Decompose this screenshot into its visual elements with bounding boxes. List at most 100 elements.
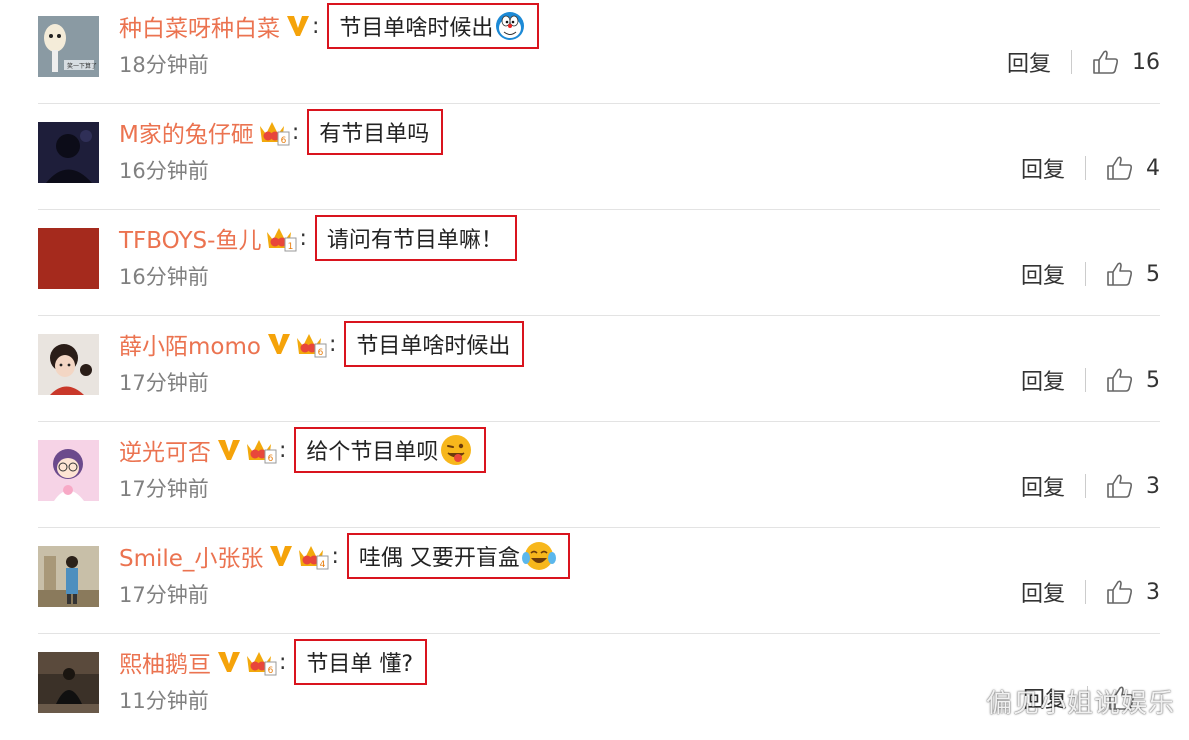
comment-text-box: 请问有节目单嘛！: [314, 215, 517, 261]
thumbs-up-icon[interactable]: [1092, 49, 1120, 75]
action-divider: [1085, 580, 1086, 604]
crown-icon[interactable]: 6: [258, 118, 290, 146]
thumbs-up-icon[interactable]: [1106, 155, 1134, 181]
verified-v-icon[interactable]: [269, 545, 293, 567]
comment-text-box: 给个节目单呗: [294, 427, 487, 473]
reply-button[interactable]: 回复: [1021, 576, 1065, 608]
doraemon-emoji-icon: [495, 11, 525, 41]
colon-separator: :: [328, 331, 337, 357]
like-count: 16: [1132, 49, 1160, 75]
crown-level: 6: [318, 348, 324, 358]
username-link[interactable]: TFBOYS-鱼儿: [119, 221, 261, 255]
crown-icon[interactable]: 1: [265, 224, 297, 252]
user-avatar[interactable]: [38, 440, 99, 501]
comment-text: 节目单 懂?: [306, 652, 414, 677]
crown-icon[interactable]: 6: [245, 436, 277, 464]
like-count: 5: [1146, 261, 1160, 287]
like-count: 3: [1146, 473, 1160, 499]
reply-button[interactable]: 回复: [1021, 258, 1065, 290]
like-count: 3: [1146, 579, 1160, 605]
comment-header: 熙柚鹅亘 6 : 节目单 懂?: [119, 639, 428, 685]
colon-separator: :: [279, 437, 287, 463]
comment-text: 有节目单吗: [319, 122, 430, 147]
comment-actions: 回复 16: [1007, 46, 1160, 78]
colon-separator: :: [291, 119, 300, 145]
action-divider: [1085, 262, 1086, 286]
user-avatar[interactable]: [38, 546, 99, 607]
comment-item: TFBOYS-鱼儿 1 : 请问有节目单嘛！ 16分钟前 回复 5: [38, 210, 1160, 316]
action-divider: [1071, 50, 1072, 74]
reply-button[interactable]: 回复: [1021, 364, 1065, 396]
comment-time: 11分钟前: [119, 689, 209, 713]
colon-separator: :: [312, 13, 320, 39]
colon-separator: :: [279, 649, 287, 675]
crown-level: 4: [320, 560, 326, 570]
verified-v-icon[interactable]: [267, 333, 291, 355]
thumbs-up-icon[interactable]: [1106, 473, 1134, 499]
colon-separator: :: [299, 225, 307, 251]
comment-text: 哇偶 又要开盲盒: [358, 546, 520, 571]
watermark-text: 偏见小姐说娱乐: [985, 689, 1175, 719]
user-avatar[interactable]: [38, 122, 99, 183]
crown-icon[interactable]: 4: [297, 542, 329, 570]
username-link[interactable]: 熙柚鹅亘: [119, 645, 211, 679]
user-avatar[interactable]: [38, 228, 99, 289]
comment-actions: 回复 3: [1021, 576, 1160, 608]
verified-v-icon[interactable]: [286, 15, 310, 37]
crown-level: 6: [280, 136, 286, 146]
comment-text-box: 节目单啥时候出: [327, 3, 540, 49]
comment-time: 17分钟前: [119, 583, 209, 607]
thumbs-up-icon[interactable]: [1106, 367, 1134, 393]
comment-text: 给个节目单呗: [306, 440, 439, 465]
comment-actions: 回复 4: [1021, 152, 1160, 184]
like-count: 4: [1146, 155, 1160, 181]
username-link[interactable]: 逆光可否: [119, 433, 211, 467]
reply-button[interactable]: 回复: [1021, 152, 1065, 184]
username-link[interactable]: Smile_小张张: [119, 539, 263, 573]
comment-time: 18分钟前: [119, 53, 209, 77]
verified-v-icon[interactable]: [217, 651, 241, 673]
username-link[interactable]: 薛小陌momo: [119, 327, 261, 361]
comment-time: 16分钟前: [119, 159, 209, 183]
comment-header: Smile_小张张 4 : 哇偶 又要开盲盒: [119, 533, 570, 579]
reply-button[interactable]: 回复: [1021, 470, 1065, 502]
thumbs-up-icon[interactable]: [1106, 261, 1134, 287]
svg-text:笑一下算了: 笑一下算了: [67, 62, 97, 70]
user-avatar[interactable]: 笑一下算了: [38, 16, 99, 77]
comment-text-box: 节目单 懂?: [294, 639, 428, 685]
action-divider: [1085, 368, 1086, 392]
crown-level: 6: [268, 454, 274, 464]
comment-item: 逆光可否 6 : 给个节目单呗 17分钟前 回复 3: [38, 422, 1160, 528]
crown-icon[interactable]: 6: [295, 330, 327, 358]
like-count: 5: [1146, 367, 1160, 393]
comment-item: M家的兔仔砸 6 : 有节目单吗 16分钟前 回复 4: [38, 104, 1160, 210]
verified-v-icon[interactable]: [217, 439, 241, 461]
comment-time: 16分钟前: [119, 265, 209, 289]
comment-header: M家的兔仔砸 6 : 有节目单吗: [119, 109, 444, 155]
reply-button[interactable]: 回复: [1007, 46, 1051, 78]
crown-icon[interactable]: 6: [245, 648, 277, 676]
comment-actions: 回复 5: [1021, 258, 1160, 290]
comment-actions: 回复 3: [1021, 470, 1160, 502]
comment-text: 节目单啥时候出: [339, 16, 494, 41]
comment-header: TFBOYS-鱼儿 1 : 请问有节目单嘛！: [119, 215, 517, 261]
comment-text-box: 哇偶 又要开盲盒: [346, 533, 570, 579]
username-link[interactable]: 种白菜呀种白菜: [119, 9, 280, 43]
tongue-emoji-icon: [440, 434, 472, 466]
username-link[interactable]: M家的兔仔砸: [119, 115, 254, 149]
comment-header: 薛小陌momo 6 : 节目单啥时候出: [119, 321, 525, 367]
comment-text: 请问有节目单嘛！: [326, 228, 503, 253]
comment-header: 逆光可否 6 : 给个节目单呗: [119, 427, 487, 473]
user-avatar[interactable]: [38, 334, 99, 395]
comment-time: 17分钟前: [119, 371, 209, 395]
thumbs-up-icon[interactable]: [1106, 579, 1134, 605]
comment-item: Smile_小张张 4 : 哇偶 又要开盲盒 17分钟前 回复 3: [38, 528, 1160, 634]
user-avatar[interactable]: [38, 652, 99, 713]
comment-item: 笑一下算了 种白菜呀种白菜 : 节目单啥时候出 18分钟前 回复 16: [38, 0, 1160, 104]
crown-level: 6: [268, 666, 274, 676]
comment-text-box: 节目单啥时候出: [344, 321, 525, 367]
comment-actions: 回复 5: [1021, 364, 1160, 396]
crown-level: 1: [288, 242, 294, 252]
comment-header: 种白菜呀种白菜 : 节目单啥时候出: [119, 3, 540, 49]
comment-item: 薛小陌momo 6 : 节目单啥时候出 17分钟前 回复 5: [38, 316, 1160, 422]
